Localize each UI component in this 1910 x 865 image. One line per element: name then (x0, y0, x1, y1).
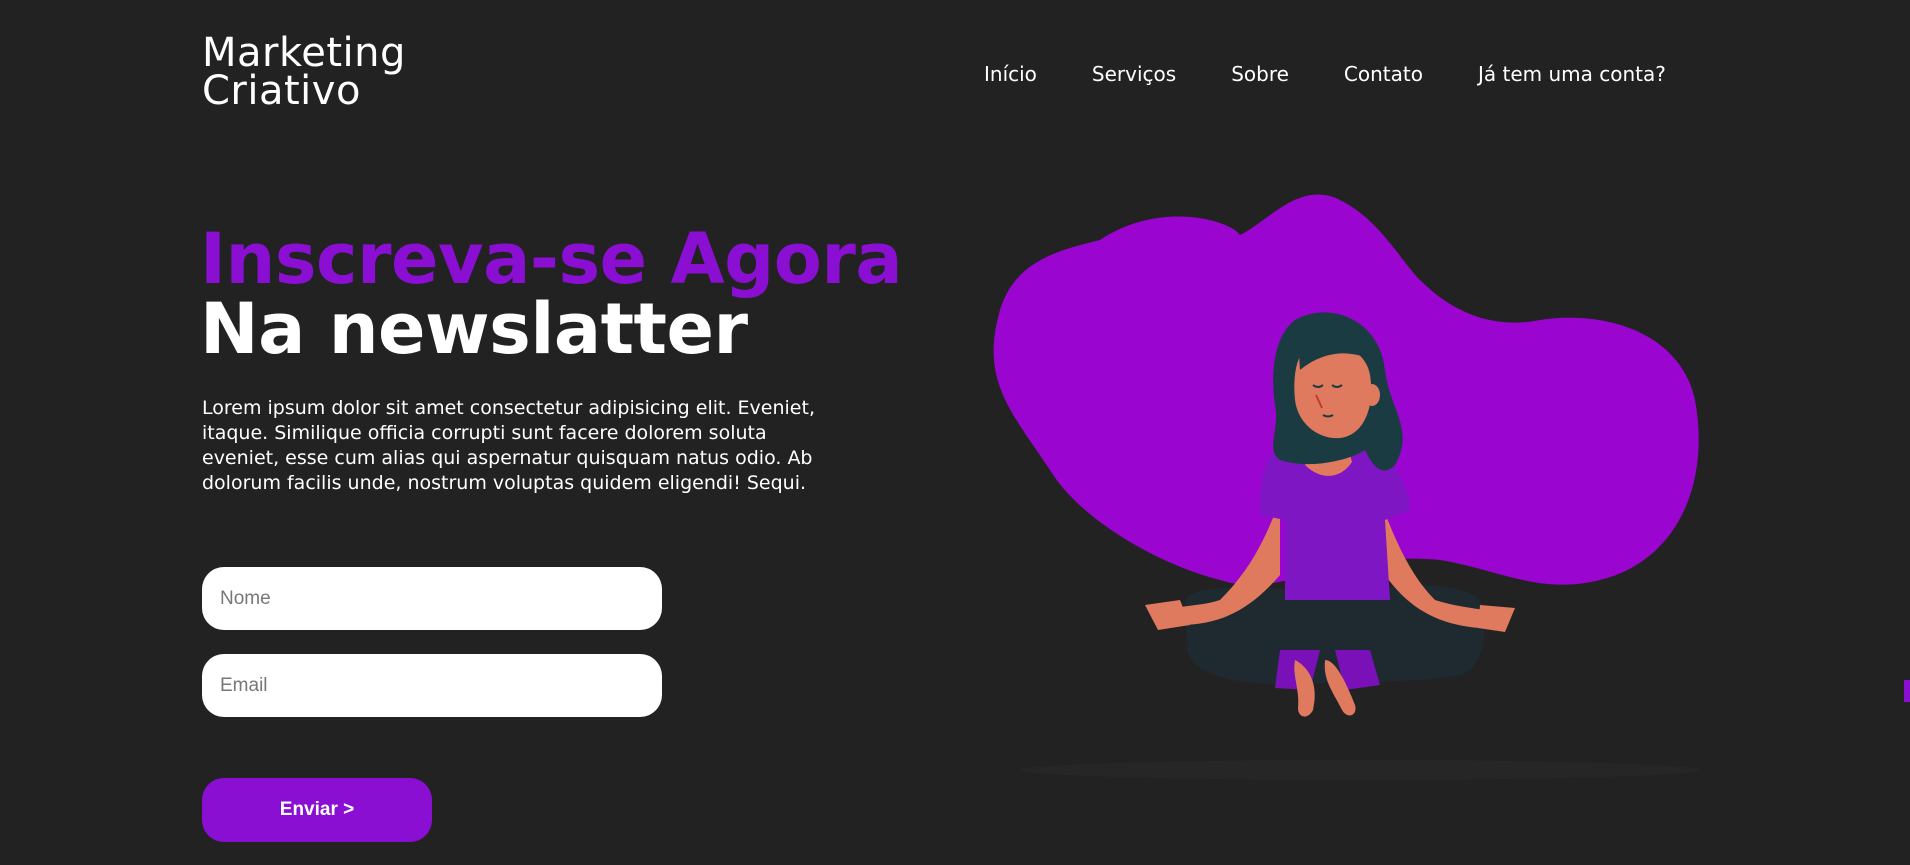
right-hand (1478, 605, 1515, 632)
nav-item-inicio[interactable]: Início (984, 62, 1037, 86)
hero-description: Lorem ipsum dolor sit amet consectetur a… (202, 397, 815, 494)
main-nav: Início Serviços Sobre Contato Já tem uma… (984, 62, 1666, 86)
nav-item-servicos[interactable]: Serviços (1092, 62, 1176, 86)
brand-line-2: Criativo (202, 68, 361, 114)
submit-button[interactable]: Enviar > (202, 778, 432, 842)
brand-logo[interactable]: Marketing Criativo (202, 30, 406, 114)
ground-shadow (1020, 760, 1700, 780)
meditating-woman-illustration (980, 180, 1710, 800)
nav-item-contato[interactable]: Contato (1344, 62, 1423, 86)
nav-item-sobre[interactable]: Sobre (1231, 62, 1289, 86)
landing-page: Marketing Criativo Início Serviços Sobre… (0, 0, 1910, 865)
nav-item-login[interactable]: Já tem uma conta? (1478, 62, 1666, 86)
brand-line-1: Marketing (202, 30, 406, 76)
side-scroll-tab[interactable] (1904, 680, 1910, 702)
ear-shape (1364, 384, 1380, 406)
illustration-svg (993, 194, 1700, 780)
left-hand (1145, 600, 1190, 630)
hero-title-accent: Inscreva-se Agora (200, 218, 903, 300)
email-field[interactable] (202, 654, 662, 717)
hero-title-main: Na newslatter (200, 288, 748, 370)
name-field[interactable] (202, 567, 662, 630)
